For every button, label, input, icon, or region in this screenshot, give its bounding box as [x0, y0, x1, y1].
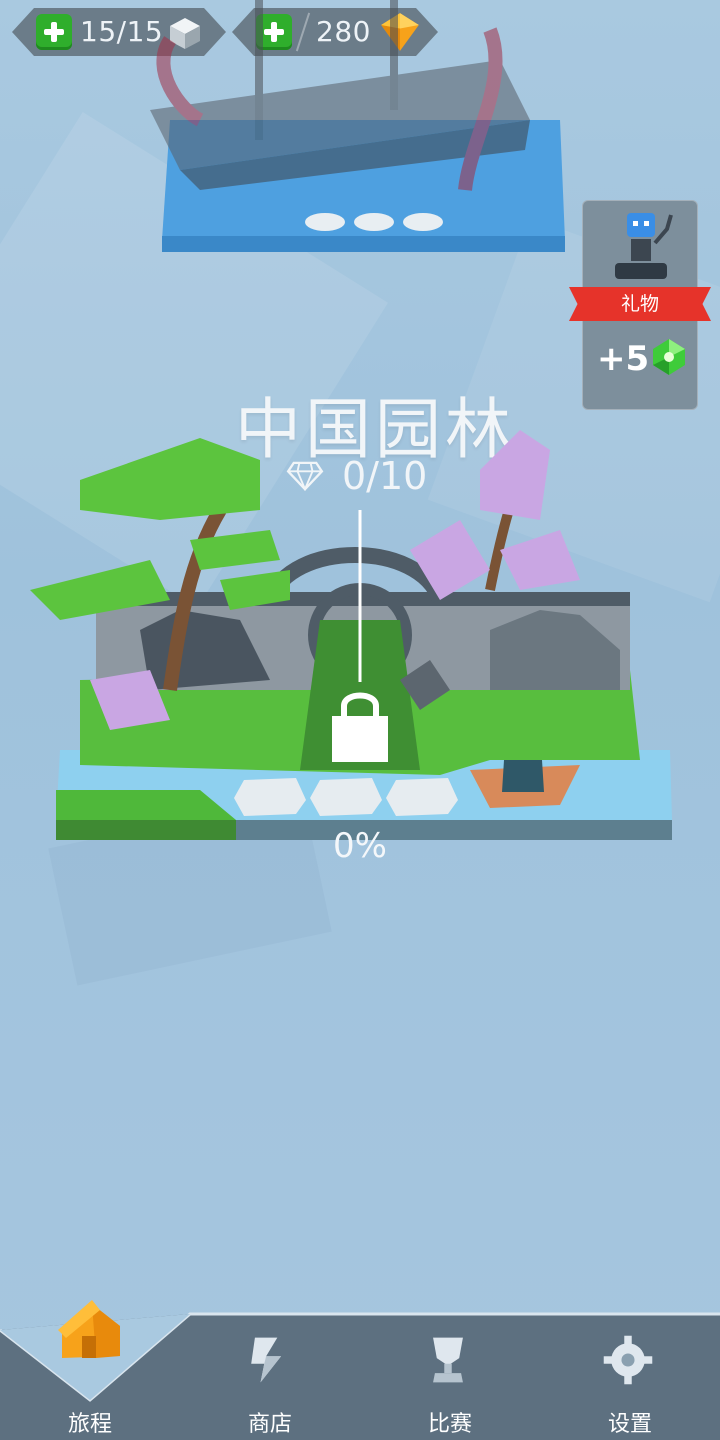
teal-block	[502, 760, 544, 792]
island-water-side	[162, 236, 565, 252]
ghost-ship	[150, 0, 530, 191]
ship-island[interactable]	[110, 0, 580, 280]
trophy-icon[interactable]	[420, 1332, 476, 1388]
robot-icon	[615, 213, 673, 279]
stepping-stone	[305, 213, 345, 231]
nav-item-settings[interactable]: 设置	[570, 1406, 690, 1438]
stepping-stone	[310, 778, 382, 816]
shop-icon[interactable]	[240, 1332, 296, 1388]
blossom-canopy	[480, 430, 550, 520]
tree-canopy	[80, 438, 260, 520]
nav-item-journey[interactable]: 旅程	[30, 1406, 150, 1438]
nav-item-competition[interactable]: 比赛	[390, 1406, 510, 1438]
stepping-stone	[234, 778, 306, 816]
level-progress: 0%	[333, 826, 387, 866]
add-lives-button[interactable]	[36, 14, 72, 50]
house-icon[interactable]	[56, 1296, 126, 1366]
stepping-stone	[354, 213, 394, 231]
stepping-stone	[403, 213, 443, 231]
stepping-stone	[386, 778, 458, 816]
blossom-canopy	[500, 530, 580, 590]
gear-icon[interactable]	[600, 1332, 656, 1388]
gift-reward-value: +5	[597, 339, 650, 379]
gift-label: 礼物	[569, 287, 711, 321]
nav-item-shop[interactable]: 商店	[210, 1406, 330, 1438]
green-gem-icon	[653, 339, 685, 375]
blossom-canopy	[410, 520, 490, 600]
